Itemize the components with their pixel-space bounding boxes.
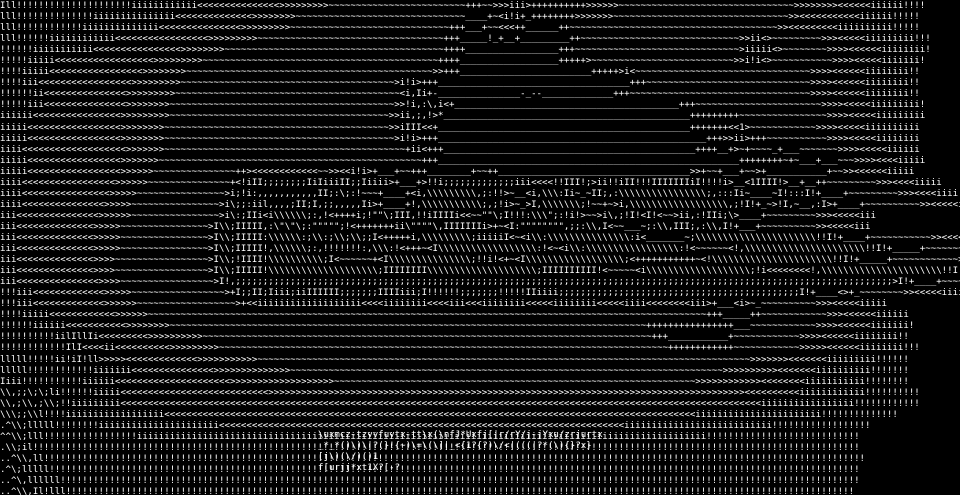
caption-line-2: _*_*()\)\|?(}!{~)\=\(\]|_<{1?{?)\/<|(((|… xyxy=(318,441,592,452)
ascii-art-canvas: Ill!!!!!!!!!!!!!!!!!!!!!iiiiiiiiiiii<<<<… xyxy=(0,0,960,495)
caption-line-1: \uxmcz-tzvvfuvtx-tt\x(\nfJ*Uxfj[|r/rY/j-… xyxy=(318,430,603,440)
caption-line-3: [j\)(\/)()1 xyxy=(318,452,379,463)
caption-text: \uxmcz-tzvvfuvtx-tt\x(\nfJ*Uxfj[|r/rY/j-… xyxy=(318,430,618,474)
caption-line-4: f[urjj*xt1X?[-? xyxy=(318,463,401,474)
ascii-art-text: Ill!!!!!!!!!!!!!!!!!!!!!iiiiiiiiiiii<<<<… xyxy=(0,1,960,495)
